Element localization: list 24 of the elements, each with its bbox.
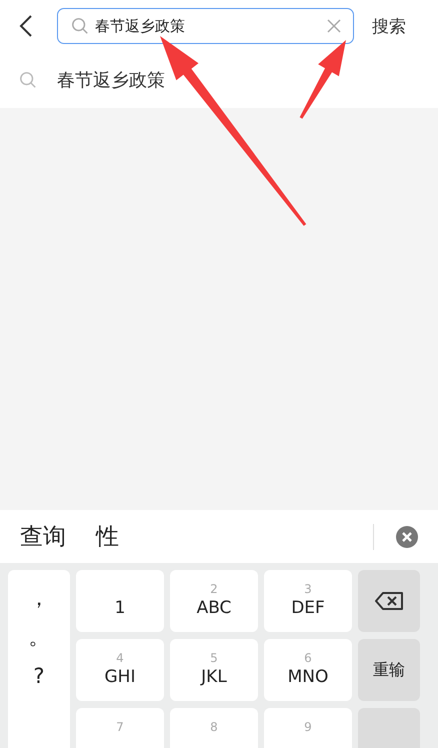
keypad-key[interactable]: 2 ABC bbox=[170, 570, 258, 632]
keypad-key[interactable]: 6 MNO bbox=[264, 639, 352, 701]
function-key[interactable]: 重输 bbox=[358, 639, 420, 701]
keypad-key[interactable]: 3 DEF bbox=[264, 570, 352, 632]
candidate-word[interactable]: 性 bbox=[96, 521, 119, 552]
search-field[interactable]: 春节返乡政策 bbox=[57, 8, 354, 44]
delete-key[interactable] bbox=[358, 570, 420, 632]
keypad-key[interactable]: 5 JKL bbox=[170, 639, 258, 701]
symbol-key[interactable]: ， 。 ? bbox=[8, 570, 70, 748]
suggestion-item[interactable]: 春节返乡政策 bbox=[0, 52, 438, 108]
back-icon[interactable] bbox=[19, 14, 33, 38]
candidate-word[interactable]: 查询 bbox=[20, 521, 66, 552]
close-icon[interactable] bbox=[396, 526, 418, 548]
keypad-key[interactable]: 1 bbox=[76, 570, 164, 632]
backspace-icon bbox=[374, 591, 404, 611]
symbol-text[interactable]: ? bbox=[33, 666, 45, 687]
clear-icon[interactable] bbox=[327, 19, 341, 33]
keypad-key[interactable]: 4 GHI bbox=[76, 639, 164, 701]
search-icon bbox=[19, 71, 37, 89]
search-button[interactable]: 搜索 bbox=[354, 14, 406, 38]
symbol-text[interactable]: ， bbox=[28, 588, 50, 609]
search-text: 春节返乡政策 bbox=[95, 16, 186, 36]
symbol-text[interactable]: 。 bbox=[28, 627, 50, 648]
search-icon bbox=[71, 17, 89, 35]
